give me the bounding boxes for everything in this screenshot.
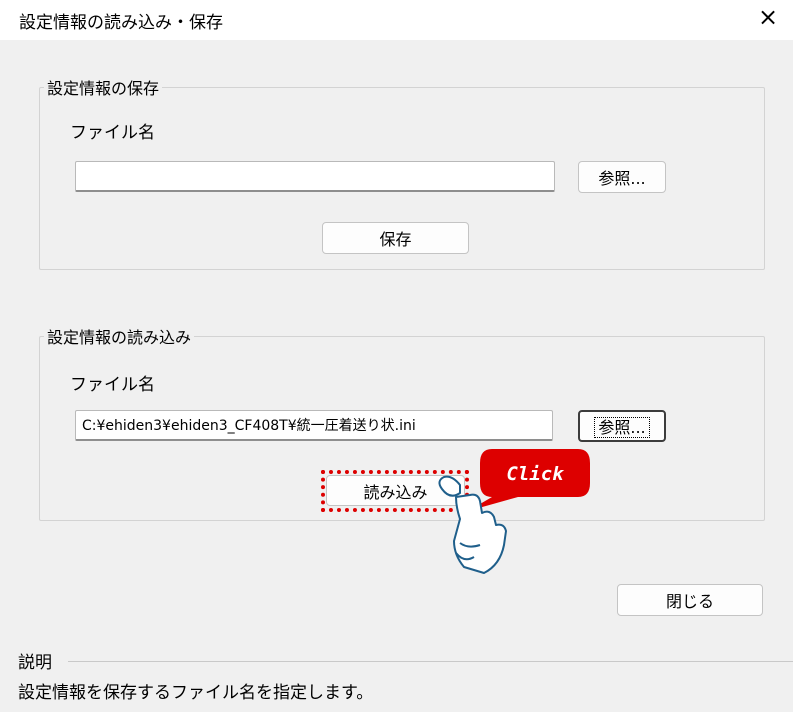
close-button-label: 閉じる — [665, 592, 714, 611]
save-browse-button[interactable]: 参照... — [578, 161, 666, 193]
load-file-label: ファイル名 — [70, 375, 155, 395]
load-browse-button[interactable]: 参照... — [578, 410, 666, 442]
save-file-input[interactable] — [75, 161, 555, 192]
save-file-label: ファイル名 — [70, 123, 155, 143]
description-title: 説明 — [18, 653, 52, 673]
window-title: 設定情報の読み込み・保存 — [19, 13, 223, 33]
description-divider — [68, 661, 793, 662]
save-button[interactable]: 保存 — [322, 222, 469, 254]
load-settings-legend: 設定情報の読み込み — [47, 328, 192, 347]
description-text: 設定情報を保存するファイル名を指定します。 — [18, 683, 374, 703]
save-settings-legend: 設定情報の保存 — [47, 79, 160, 98]
load-file-input[interactable] — [75, 410, 553, 441]
close-button[interactable]: 閉じる — [617, 584, 763, 616]
title-bar: 設定情報の読み込み・保存 × — [0, 0, 793, 40]
save-button-label: 保存 — [379, 230, 412, 249]
load-browse-label: 参照... — [594, 417, 650, 438]
close-icon[interactable]: × — [758, 3, 778, 31]
callout-text: Click — [506, 463, 565, 485]
save-browse-label: 参照... — [598, 169, 646, 188]
click-callout: Click — [438, 449, 590, 574]
load-button-label: 読み込み — [363, 482, 428, 502]
